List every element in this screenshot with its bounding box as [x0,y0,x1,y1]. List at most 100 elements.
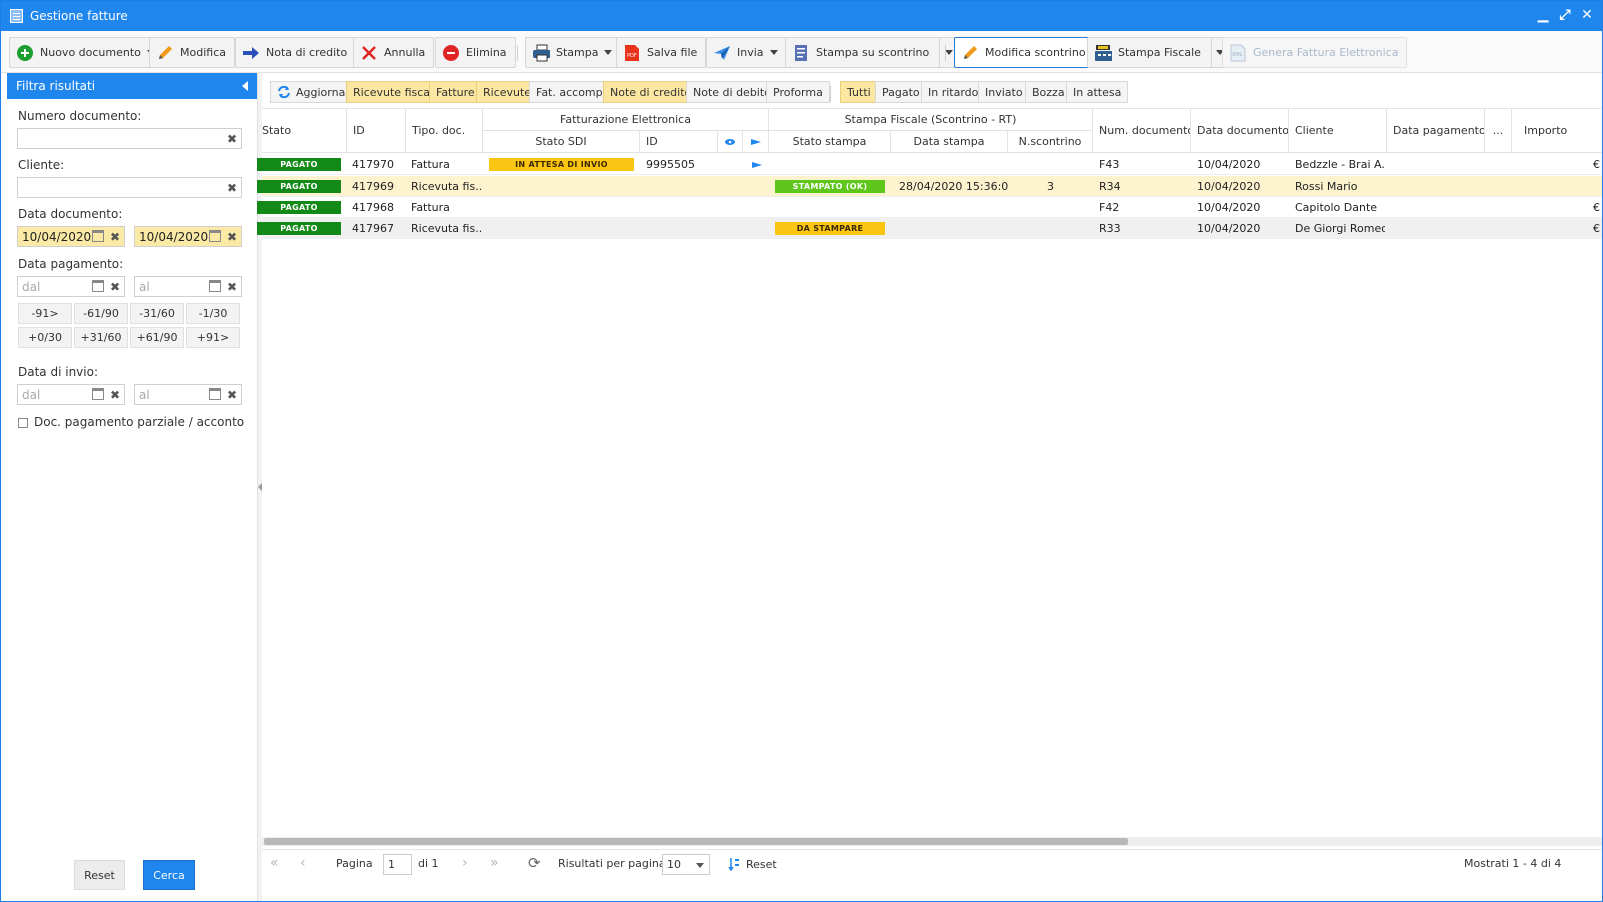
flag-icon[interactable] [752,161,762,168]
collapse-arrow-icon[interactable] [242,81,248,91]
customer-cell: Capitolo Dante [1295,201,1378,214]
minimize-icon[interactable]: ▁ [1536,7,1550,23]
filter-proforma[interactable]: Proforma [766,81,830,103]
column-group-fatturazione-elettronica: Fatturazione Elettronica [483,109,769,131]
document-date-to-input[interactable]: 10/04/2020 ✖ [134,226,242,247]
main-content: Aggiorna Ricevute fiscali Fatture Ricevu… [257,73,1602,901]
maximize-icon[interactable]: ⤢ [1558,7,1572,23]
column-header-num-documento[interactable]: Num. documento [1093,109,1191,153]
table-row[interactable]: PAGATO 417969 Ricevuta fis... STAMPATO (… [257,176,1602,197]
column-header-cliente[interactable]: Cliente [1289,109,1387,153]
filter-note-debito[interactable]: Note di debito [686,81,778,103]
save-file-button[interactable]: PDF Salva file [616,37,707,68]
send-date-from-input[interactable]: dal ✖ [17,384,125,405]
sort-reset-button[interactable]: Reset [728,857,777,871]
partial-payment-checkbox[interactable] [18,418,28,428]
calendar-icon[interactable] [92,280,104,292]
clear-icon[interactable]: ✖ [227,132,237,146]
range-button[interactable]: -1/30 [186,303,240,324]
per-page-select[interactable]: 10 [662,854,710,875]
column-header-send[interactable] [743,131,769,153]
calendar-icon[interactable] [92,230,104,242]
previous-page-icon[interactable]: ‹ [300,855,306,871]
delete-button[interactable]: Elimina [435,37,516,68]
last-page-icon[interactable]: » [490,855,499,871]
partial-payment-label: Doc. pagamento parziale / acconto [34,415,245,429]
table-row[interactable]: PAGATO 417970 Fattura IN ATTESA DI INVIO… [257,154,1602,175]
column-header-data-stampa[interactable]: Data stampa [891,131,1008,153]
column-header-more[interactable]: ... [1485,109,1512,153]
column-header-n-scontrino[interactable]: N.scontrino [1008,131,1093,153]
reset-filters-button[interactable]: Reset [74,860,125,890]
range-button[interactable]: +61/90 [130,327,184,348]
filter-pagato[interactable]: Pagato [875,81,927,103]
clear-icon[interactable]: ✖ [110,230,120,244]
scrollbar-thumb[interactable] [264,838,1128,845]
calendar-icon[interactable] [92,388,104,400]
clear-icon[interactable]: ✖ [227,181,237,195]
clear-icon[interactable]: ✖ [227,388,237,402]
print-receipt-button[interactable]: Stampa su scontrino [785,37,959,68]
fiscal-print-button[interactable]: Stampa Fiscale [1087,37,1230,68]
range-button[interactable]: -31/60 [130,303,184,324]
column-header-tipo[interactable]: Tipo. doc. [406,109,483,153]
filter-tutti[interactable]: Tutti [840,81,878,103]
edit-receipt-button[interactable]: Modifica scontrino [954,37,1095,68]
filter-in-attesa[interactable]: In attesa [1066,81,1129,103]
clear-icon[interactable]: ✖ [227,280,237,294]
cancel-button[interactable]: Annulla [353,37,435,68]
send-button[interactable]: Invia [706,37,787,68]
filter-in-ritardo[interactable]: In ritardo [921,81,986,103]
range-button[interactable]: +91> [186,327,240,348]
first-page-icon[interactable]: « [270,855,279,871]
column-header-stato-sdi[interactable]: Stato SDI [483,131,640,153]
calendar-icon[interactable] [209,230,221,242]
column-header-view[interactable] [718,131,743,153]
clear-icon[interactable]: ✖ [227,230,237,244]
payment-date-from-input[interactable]: dal ✖ [17,276,125,297]
column-header-fe-id[interactable]: ID [640,131,718,153]
close-icon[interactable]: ✕ [1580,7,1594,23]
calendar-icon[interactable] [209,280,221,292]
filter-bozza[interactable]: Bozza [1025,81,1072,103]
range-button[interactable]: -61/90 [74,303,128,324]
column-header-importo[interactable]: Importo [1512,109,1602,153]
payment-date-to-input[interactable]: al ✖ [134,276,242,297]
credit-note-button[interactable]: Nota di credito [235,37,357,68]
page-input[interactable]: 1 [383,854,412,875]
filter-fatture[interactable]: Fatture [429,81,482,103]
print-button[interactable]: Stampa [525,37,622,68]
range-button[interactable]: +0/30 [18,327,72,348]
generate-einvoice-button[interactable]: XML Genera Fattura Elettronica [1222,37,1408,68]
edit-button[interactable]: Modifica [149,37,235,68]
refresh-icon[interactable]: ⟳ [528,854,541,872]
next-page-icon[interactable]: › [462,855,468,871]
column-header-stato-stampa[interactable]: Stato stampa [769,131,891,153]
calendar-icon[interactable] [209,388,221,400]
horizontal-scrollbar[interactable] [262,837,1602,846]
send-date-to-input[interactable]: al ✖ [134,384,242,405]
refresh-button[interactable]: Aggiorna [270,81,353,103]
filter-fat-accomp[interactable]: Fat. accomp. [529,81,614,103]
column-header-data-pagamento[interactable]: Data pagamento [1387,109,1485,153]
range-button[interactable]: +31/60 [74,327,128,348]
search-button[interactable]: Cerca [143,860,195,890]
column-header-id[interactable]: ID [347,109,406,153]
filter-note-credito[interactable]: Note di credito [603,81,699,103]
id-cell: 417967 [352,222,394,235]
range-button[interactable]: -91> [18,303,72,324]
filter-inviato[interactable]: Inviato [978,81,1030,103]
document-date-from-input[interactable]: 10/04/2020 ✖ [17,226,125,247]
document-number-input[interactable]: ✖ [17,128,242,149]
fiscal-print-label: Stampa Fiscale [1118,46,1201,59]
clear-icon[interactable]: ✖ [110,388,120,402]
payment-date-to-placeholder: al [139,279,150,294]
column-header-stato[interactable]: Stato [262,109,347,153]
table-row[interactable]: PAGATO 417968 Fattura F42 10/04/2020 Cap… [257,197,1602,218]
new-document-button[interactable]: Nuovo documento [9,37,164,68]
table-row[interactable]: PAGATO 417967 Ricevuta fis... DA STAMPAR… [257,218,1602,239]
clear-icon[interactable]: ✖ [110,280,120,294]
column-header-data-documento[interactable]: Data documento [1191,109,1289,153]
doc-number-cell: F42 [1099,201,1120,214]
customer-input[interactable]: ✖ [17,177,242,198]
